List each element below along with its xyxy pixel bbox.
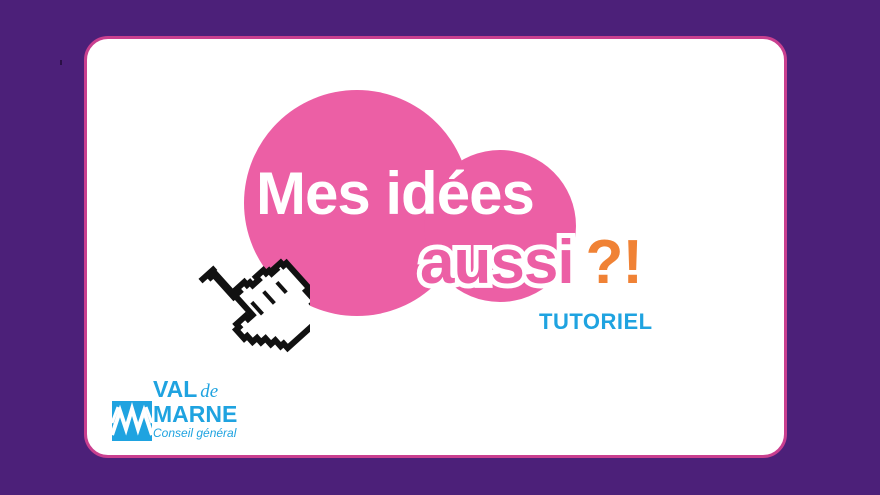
val-de-marne-logo-icon bbox=[112, 401, 152, 441]
logo-marne: MARNE bbox=[153, 401, 238, 427]
logo-val: VAL bbox=[153, 376, 198, 402]
logo-line-1: VAL de bbox=[153, 378, 237, 403]
title-punctuation: ?! bbox=[585, 228, 644, 297]
logo-de: de bbox=[200, 381, 219, 402]
stray-mark bbox=[60, 60, 62, 65]
title-line-1: Mes idées bbox=[256, 160, 535, 227]
logo-tagline: Conseil général bbox=[153, 426, 237, 440]
logo-wordmark: VAL de MARNE Conseil général bbox=[153, 378, 237, 441]
slide: Mes idées aussi?! TUTORIEL VAL de MARNE C… bbox=[0, 0, 880, 495]
title-line-2: aussi?! bbox=[415, 227, 643, 299]
title-word-aussi: aussi bbox=[415, 227, 580, 299]
pointing-hand-cursor-icon bbox=[198, 258, 310, 353]
subtitle-tutoriel: TUTORIEL bbox=[539, 309, 653, 334]
